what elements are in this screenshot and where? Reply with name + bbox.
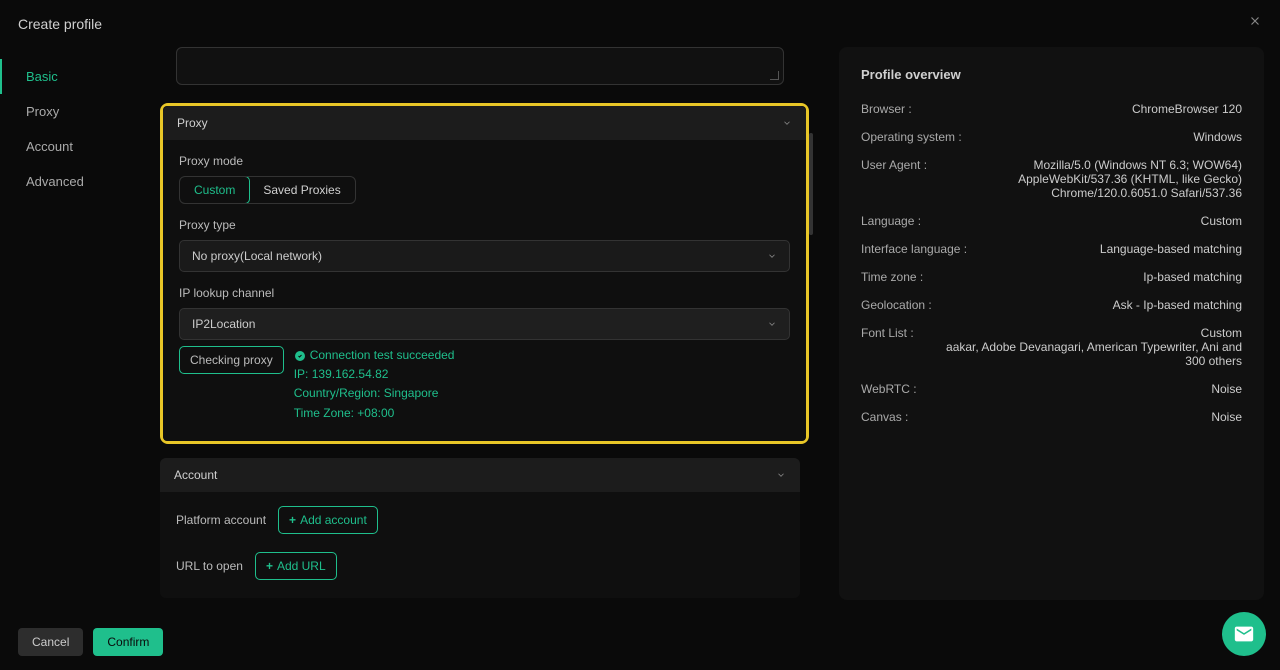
mail-icon bbox=[1233, 623, 1255, 645]
sidebar-item-advanced[interactable]: Advanced bbox=[0, 164, 160, 199]
chat-fab-button[interactable] bbox=[1222, 612, 1266, 656]
overview-label: Language : bbox=[861, 214, 921, 228]
overview-row-ua: User Agent : Mozilla/5.0 (Windows NT 6.3… bbox=[861, 158, 1242, 200]
proxy-mode-custom[interactable]: Custom bbox=[179, 176, 250, 204]
overview-label: Font List : bbox=[861, 326, 914, 368]
overview-value: Windows bbox=[1193, 130, 1242, 144]
chevron-down-icon bbox=[776, 470, 786, 480]
overview-value: Custom bbox=[1201, 214, 1242, 228]
sidebar: Basic Proxy Account Advanced bbox=[0, 47, 160, 605]
proxy-mode-saved[interactable]: Saved Proxies bbox=[249, 177, 354, 203]
overview-row-os: Operating system : Windows bbox=[861, 130, 1242, 144]
scrollbar[interactable] bbox=[809, 133, 813, 235]
overview-value: Noise bbox=[1211, 382, 1242, 396]
chevron-down-icon bbox=[782, 118, 792, 128]
overview-value: Language-based matching bbox=[1100, 242, 1242, 256]
account-section: Account Platform account + Add account UR… bbox=[160, 458, 800, 598]
proxy-section-header[interactable]: Proxy bbox=[163, 106, 806, 140]
overview-value: Mozilla/5.0 (Windows NT 6.3; WOW64) Appl… bbox=[947, 158, 1242, 200]
proxy-type-label: Proxy type bbox=[179, 218, 790, 232]
url-to-open-label: URL to open bbox=[176, 559, 243, 573]
overview-value: Ask - Ip-based matching bbox=[1113, 298, 1242, 312]
checkmark-icon bbox=[294, 350, 306, 362]
sidebar-item-basic[interactable]: Basic bbox=[0, 59, 160, 94]
add-url-button[interactable]: + Add URL bbox=[255, 552, 337, 580]
ip-lookup-select[interactable]: IP2Location bbox=[179, 308, 790, 340]
overview-row-fontlist: Font List : Custom aakar, Adobe Devanaga… bbox=[861, 326, 1242, 368]
proxy-section: Proxy Proxy mode Custom Saved Proxies Pr… bbox=[163, 106, 806, 441]
overview-label: WebRTC : bbox=[861, 382, 917, 396]
ip-lookup-value: IP2Location bbox=[192, 317, 255, 331]
plus-icon: + bbox=[266, 559, 273, 573]
profile-overview-panel: Profile overview Browser : ChromeBrowser… bbox=[839, 47, 1264, 600]
overview-label: Operating system : bbox=[861, 130, 962, 144]
notes-textarea[interactable] bbox=[176, 47, 784, 85]
page-title: Create profile bbox=[18, 16, 102, 32]
proxy-mode-group: Custom Saved Proxies bbox=[179, 176, 356, 204]
main-panel: Proxy Proxy mode Custom Saved Proxies Pr… bbox=[160, 47, 839, 605]
add-url-label: Add URL bbox=[277, 559, 326, 573]
overview-title: Profile overview bbox=[861, 67, 1242, 82]
overview-row-geolocation: Geolocation : Ask - Ip-based matching bbox=[861, 298, 1242, 312]
overview-row-timezone: Time zone : Ip-based matching bbox=[861, 270, 1242, 284]
account-section-title: Account bbox=[174, 468, 217, 482]
check-region: Country/Region: Singapore bbox=[294, 384, 455, 403]
chevron-down-icon bbox=[767, 319, 777, 329]
sidebar-item-account[interactable]: Account bbox=[0, 129, 160, 164]
overview-label: Browser : bbox=[861, 102, 912, 116]
proxy-highlight: Proxy Proxy mode Custom Saved Proxies Pr… bbox=[160, 103, 809, 444]
add-account-button[interactable]: + Add account bbox=[278, 506, 378, 534]
checking-proxy-button[interactable]: Checking proxy bbox=[179, 346, 284, 374]
overview-row-webrtc: WebRTC : Noise bbox=[861, 382, 1242, 396]
check-tz: Time Zone: +08:00 bbox=[294, 404, 455, 423]
overview-label: Time zone : bbox=[861, 270, 923, 284]
proxy-type-value: No proxy(Local network) bbox=[192, 249, 322, 263]
check-ip: IP: 139.162.54.82 bbox=[294, 365, 455, 384]
platform-account-label: Platform account bbox=[176, 513, 266, 527]
sidebar-item-proxy[interactable]: Proxy bbox=[0, 94, 160, 129]
confirm-button[interactable]: Confirm bbox=[93, 628, 163, 656]
check-status: Connection test succeeded bbox=[310, 346, 455, 365]
overview-value: ChromeBrowser 120 bbox=[1132, 102, 1242, 116]
overview-row-interface-language: Interface language : Language-based matc… bbox=[861, 242, 1242, 256]
cancel-button[interactable]: Cancel bbox=[18, 628, 83, 656]
add-account-label: Add account bbox=[300, 513, 367, 527]
proxy-mode-label: Proxy mode bbox=[179, 154, 790, 168]
overview-label: Interface language : bbox=[861, 242, 967, 256]
overview-row-canvas: Canvas : Noise bbox=[861, 410, 1242, 424]
proxy-section-title: Proxy bbox=[177, 116, 208, 130]
overview-label: Canvas : bbox=[861, 410, 908, 424]
overview-label: Geolocation : bbox=[861, 298, 932, 312]
proxy-type-select[interactable]: No proxy(Local network) bbox=[179, 240, 790, 272]
overview-value: Noise bbox=[1211, 410, 1242, 424]
overview-row-language: Language : Custom bbox=[861, 214, 1242, 228]
close-icon[interactable] bbox=[1248, 14, 1262, 33]
plus-icon: + bbox=[289, 513, 296, 527]
overview-row-browser: Browser : ChromeBrowser 120 bbox=[861, 102, 1242, 116]
overview-value: Ip-based matching bbox=[1143, 270, 1242, 284]
overview-label: User Agent : bbox=[861, 158, 927, 200]
overview-value: Custom aakar, Adobe Devanagari, American… bbox=[934, 326, 1242, 368]
chevron-down-icon bbox=[767, 251, 777, 261]
account-section-header[interactable]: Account bbox=[160, 458, 800, 492]
ip-lookup-label: IP lookup channel bbox=[179, 286, 790, 300]
proxy-check-result: Connection test succeeded IP: 139.162.54… bbox=[294, 346, 455, 423]
